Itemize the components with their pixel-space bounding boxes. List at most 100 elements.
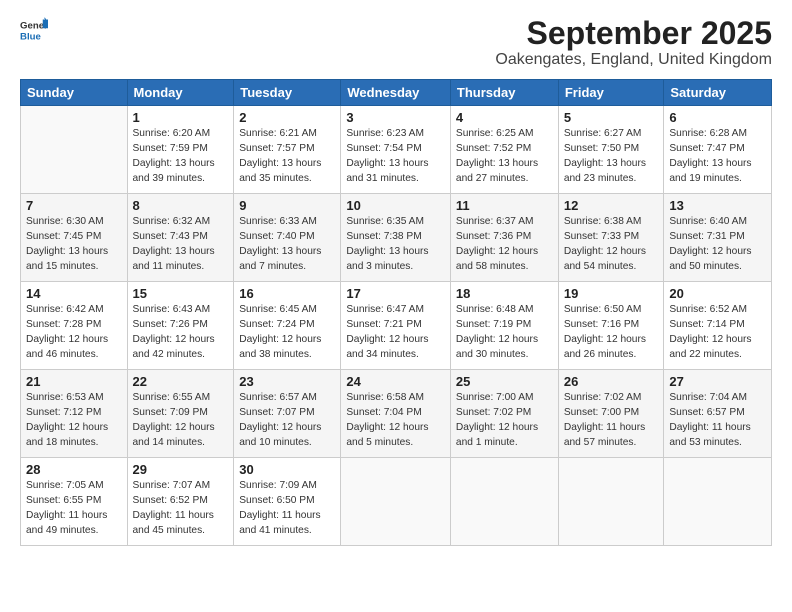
day-number: 10 bbox=[346, 198, 445, 213]
table-row: 13 Sunrise: 6:40 AM Sunset: 7:31 PM Dayli… bbox=[664, 194, 772, 282]
calendar-week-row: 1 Sunrise: 6:20 AM Sunset: 7:59 PM Daylig… bbox=[21, 106, 772, 194]
day-number: 20 bbox=[669, 286, 766, 301]
day-number: 25 bbox=[456, 374, 553, 389]
table-row bbox=[558, 458, 664, 546]
day-info: Sunrise: 6:55 AM Sunset: 7:09 PM Dayligh… bbox=[133, 391, 229, 450]
day-number: 15 bbox=[133, 286, 229, 301]
day-number: 24 bbox=[346, 374, 445, 389]
table-row: 4 Sunrise: 6:25 AM Sunset: 7:52 PM Daylig… bbox=[450, 106, 558, 194]
day-info: Sunrise: 6:57 AM Sunset: 7:07 PM Dayligh… bbox=[239, 391, 335, 450]
table-row: 12Sunrise: 6:38 AM Sunset: 7:33 PM Dayli… bbox=[558, 194, 664, 282]
day-number: 13 bbox=[669, 198, 766, 213]
day-info: Sunrise: 6:47 AM Sunset: 7:21 PM Dayligh… bbox=[346, 303, 445, 362]
day-info: Sunrise: 6:58 AM Sunset: 7:04 PM Dayligh… bbox=[346, 391, 445, 450]
table-row: 28Sunrise: 7:05 AM Sunset: 6:55 PM Dayli… bbox=[21, 458, 128, 546]
table-row: 5 Sunrise: 6:27 AM Sunset: 7:50 PM Daylig… bbox=[558, 106, 664, 194]
day-info: Sunrise: 6:52 AM Sunset: 7:14 PM Dayligh… bbox=[669, 303, 766, 362]
day-number: 8 bbox=[133, 198, 229, 213]
col-monday: Monday bbox=[127, 80, 234, 106]
table-row: 27Sunrise: 7:04 AM Sunset: 6:57 PM Dayli… bbox=[664, 370, 772, 458]
table-row: 6 Sunrise: 6:28 AM Sunset: 7:47 PM Daylig… bbox=[664, 106, 772, 194]
table-row: 15 Sunrise: 6:43 AM Sunset: 7:26 PM Dayli… bbox=[127, 282, 234, 370]
day-info: Sunrise: 6:37 AM Sunset: 7:36 PM Dayligh… bbox=[456, 215, 553, 274]
day-info: Sunrise: 6:27 AM Sunset: 7:50 PM Dayligh… bbox=[564, 127, 659, 186]
day-number: 14 bbox=[26, 286, 122, 301]
table-row: 8 Sunrise: 6:32 AM Sunset: 7:43 PM Daylig… bbox=[127, 194, 234, 282]
day-number: 16 bbox=[239, 286, 335, 301]
day-number: 19 bbox=[564, 286, 659, 301]
table-row: 7 Sunrise: 6:30 AM Sunset: 7:45 PM Daylig… bbox=[21, 194, 128, 282]
table-row: 29 Sunrise: 7:07 AM Sunset: 6:52 PM Dayli… bbox=[127, 458, 234, 546]
table-row: 23 Sunrise: 6:57 AM Sunset: 7:07 PM Dayli… bbox=[234, 370, 341, 458]
day-number: 27 bbox=[669, 374, 766, 389]
table-row: 26Sunrise: 7:02 AM Sunset: 7:00 PM Dayli… bbox=[558, 370, 664, 458]
title-block: September 2025 Oakengates, England, Unit… bbox=[495, 16, 772, 69]
day-info: Sunrise: 6:20 AM Sunset: 7:59 PM Dayligh… bbox=[133, 127, 229, 186]
day-info: Sunrise: 7:05 AM Sunset: 6:55 PM Dayligh… bbox=[26, 479, 122, 538]
day-number: 2 bbox=[239, 110, 335, 125]
table-row bbox=[21, 106, 128, 194]
day-number: 7 bbox=[26, 198, 122, 213]
day-info: Sunrise: 7:09 AM Sunset: 6:50 PM Dayligh… bbox=[239, 479, 335, 538]
day-info: Sunrise: 6:38 AM Sunset: 7:33 PM Dayligh… bbox=[564, 215, 659, 274]
day-info: Sunrise: 6:21 AM Sunset: 7:57 PM Dayligh… bbox=[239, 127, 335, 186]
day-number: 30 bbox=[239, 462, 335, 477]
day-info: Sunrise: 6:32 AM Sunset: 7:43 PM Dayligh… bbox=[133, 215, 229, 274]
day-info: Sunrise: 6:30 AM Sunset: 7:45 PM Dayligh… bbox=[26, 215, 122, 274]
table-row: 18 Sunrise: 6:48 AM Sunset: 7:19 PM Dayli… bbox=[450, 282, 558, 370]
day-number: 23 bbox=[239, 374, 335, 389]
day-number: 5 bbox=[564, 110, 659, 125]
col-thursday: Thursday bbox=[450, 80, 558, 106]
day-number: 26 bbox=[564, 374, 659, 389]
calendar-week-row: 14 Sunrise: 6:42 AM Sunset: 7:28 PM Dayli… bbox=[21, 282, 772, 370]
table-row: 14 Sunrise: 6:42 AM Sunset: 7:28 PM Dayli… bbox=[21, 282, 128, 370]
svg-text:Blue: Blue bbox=[20, 32, 41, 43]
table-row bbox=[664, 458, 772, 546]
day-info: Sunrise: 6:45 AM Sunset: 7:24 PM Dayligh… bbox=[239, 303, 335, 362]
day-info: Sunrise: 6:48 AM Sunset: 7:19 PM Dayligh… bbox=[456, 303, 553, 362]
day-number: 11 bbox=[456, 198, 553, 213]
table-row: 21Sunrise: 6:53 AM Sunset: 7:12 PM Dayli… bbox=[21, 370, 128, 458]
col-tuesday: Tuesday bbox=[234, 80, 341, 106]
day-number: 6 bbox=[669, 110, 766, 125]
page: General Blue September 2025 Oakengates, … bbox=[0, 0, 792, 612]
table-row: 19 Sunrise: 6:50 AM Sunset: 7:16 PM Dayli… bbox=[558, 282, 664, 370]
day-info: Sunrise: 6:42 AM Sunset: 7:28 PM Dayligh… bbox=[26, 303, 122, 362]
day-info: Sunrise: 6:28 AM Sunset: 7:47 PM Dayligh… bbox=[669, 127, 766, 186]
calendar-header-row: Sunday Monday Tuesday Wednesday Thursday… bbox=[21, 80, 772, 106]
table-row: 11 Sunrise: 6:37 AM Sunset: 7:36 PM Dayli… bbox=[450, 194, 558, 282]
table-row: 30 Sunrise: 7:09 AM Sunset: 6:50 PM Dayli… bbox=[234, 458, 341, 546]
table-row: 20 Sunrise: 6:52 AM Sunset: 7:14 PM Dayli… bbox=[664, 282, 772, 370]
month-title: September 2025 bbox=[495, 16, 772, 51]
table-row: 25Sunrise: 7:00 AM Sunset: 7:02 PM Dayli… bbox=[450, 370, 558, 458]
day-number: 9 bbox=[239, 198, 335, 213]
day-info: Sunrise: 6:25 AM Sunset: 7:52 PM Dayligh… bbox=[456, 127, 553, 186]
day-number: 3 bbox=[346, 110, 445, 125]
table-row: 2 Sunrise: 6:21 AM Sunset: 7:57 PM Daylig… bbox=[234, 106, 341, 194]
col-sunday: Sunday bbox=[21, 80, 128, 106]
calendar-week-row: 21Sunrise: 6:53 AM Sunset: 7:12 PM Dayli… bbox=[21, 370, 772, 458]
table-row: 22 Sunrise: 6:55 AM Sunset: 7:09 PM Dayli… bbox=[127, 370, 234, 458]
table-row: 3Sunrise: 6:23 AM Sunset: 7:54 PM Daylig… bbox=[341, 106, 451, 194]
table-row bbox=[450, 458, 558, 546]
day-info: Sunrise: 6:33 AM Sunset: 7:40 PM Dayligh… bbox=[239, 215, 335, 274]
day-info: Sunrise: 6:50 AM Sunset: 7:16 PM Dayligh… bbox=[564, 303, 659, 362]
day-info: Sunrise: 6:43 AM Sunset: 7:26 PM Dayligh… bbox=[133, 303, 229, 362]
logo: General Blue bbox=[20, 16, 48, 44]
day-number: 4 bbox=[456, 110, 553, 125]
day-info: Sunrise: 6:40 AM Sunset: 7:31 PM Dayligh… bbox=[669, 215, 766, 274]
day-number: 18 bbox=[456, 286, 553, 301]
header: General Blue September 2025 Oakengates, … bbox=[20, 16, 772, 69]
table-row bbox=[341, 458, 451, 546]
day-number: 1 bbox=[133, 110, 229, 125]
table-row: 16 Sunrise: 6:45 AM Sunset: 7:24 PM Dayli… bbox=[234, 282, 341, 370]
logo-icon: General Blue bbox=[20, 16, 48, 44]
table-row: 10Sunrise: 6:35 AM Sunset: 7:38 PM Dayli… bbox=[341, 194, 451, 282]
day-number: 22 bbox=[133, 374, 229, 389]
col-wednesday: Wednesday bbox=[341, 80, 451, 106]
day-info: Sunrise: 7:07 AM Sunset: 6:52 PM Dayligh… bbox=[133, 479, 229, 538]
col-saturday: Saturday bbox=[664, 80, 772, 106]
day-number: 17 bbox=[346, 286, 445, 301]
calendar-table: Sunday Monday Tuesday Wednesday Thursday… bbox=[20, 79, 772, 546]
day-number: 29 bbox=[133, 462, 229, 477]
